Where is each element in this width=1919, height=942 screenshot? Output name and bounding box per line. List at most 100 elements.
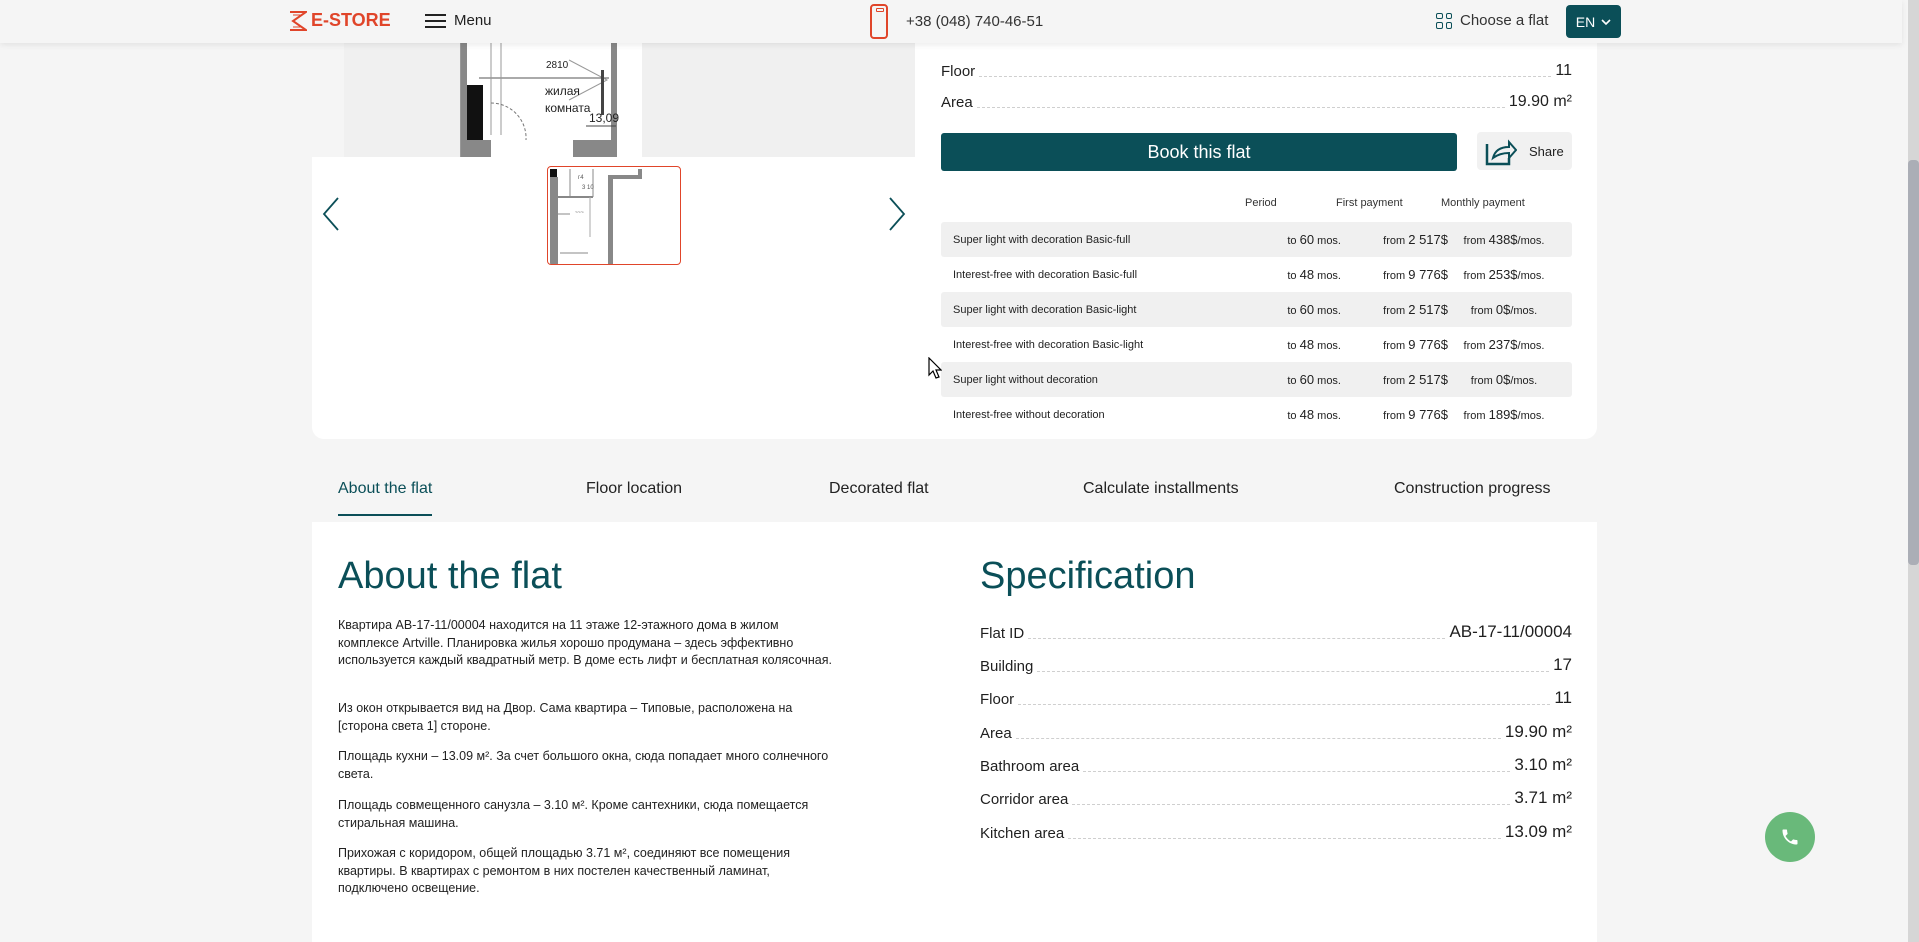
about-paragraph: Прихожая с коридором, общей площадью 3.7… xyxy=(338,846,790,895)
language-label: EN xyxy=(1575,13,1596,30)
dotted-leader xyxy=(1068,838,1501,839)
plan-name: Super light with decoration Basic-light xyxy=(953,303,1137,316)
mobile-phone-icon xyxy=(870,4,888,39)
tab-construction-progress[interactable]: Construction progress xyxy=(1394,480,1551,514)
spec-value: 3.10 m² xyxy=(1514,755,1572,774)
plan-room-label-2: комната xyxy=(545,101,591,115)
floor-plan-thumbnail[interactable]: ~~~ г4 3 10 xyxy=(547,166,681,265)
about-paragraph: Площадь кухни – 13.09 м². За счет большо… xyxy=(338,749,829,781)
call-button[interactable] xyxy=(1765,812,1815,862)
plan-first-payment: from 2 517$ xyxy=(1383,372,1448,387)
chevron-left-icon xyxy=(322,197,339,231)
logo[interactable]: E-STORE xyxy=(289,10,391,31)
plan-background xyxy=(770,30,915,157)
spec-label: Flat ID xyxy=(980,625,1025,642)
dotted-leader xyxy=(1015,738,1501,739)
spec-row: Floor 11 xyxy=(980,684,1572,708)
plan-monthly-payment: from 253$/mos. xyxy=(1463,267,1545,282)
phone-icon xyxy=(1782,829,1798,845)
spec-label: Bathroom area xyxy=(980,758,1080,775)
about-paragraph: Квартира AB-17-11/00004 находится на 11 … xyxy=(338,618,832,667)
summary-value: 19.90 m² xyxy=(1508,93,1572,110)
spec-row: Area 19.90 m² xyxy=(980,718,1572,742)
phone-link[interactable]: +38 (048) 740-46-51 xyxy=(870,4,1043,39)
plan-first-payment: from 9 776$ xyxy=(1383,407,1448,422)
site-header: E-STORE Menu +38 (048) 740-46-51 Choose … xyxy=(0,0,1902,43)
about-title: About the flat xyxy=(338,555,562,597)
spec-value: 11 xyxy=(1554,688,1572,707)
plan-first-payment: from 2 517$ xyxy=(1383,302,1448,317)
dotted-leader xyxy=(1037,671,1550,672)
about-paragraph: Из окон открывается вид на Двор. Сама кв… xyxy=(338,701,793,733)
plan-name: Super light with decoration Basic-full xyxy=(953,233,1131,246)
dotted-leader xyxy=(1083,771,1511,772)
plan-monthly-payment: from 237$/mos. xyxy=(1463,337,1545,352)
next-image-button[interactable] xyxy=(884,194,908,234)
spec-value: 17 xyxy=(1553,655,1572,674)
summary-label: Floor xyxy=(941,63,976,80)
spec-value: 3.71 m² xyxy=(1514,788,1572,807)
spec-row: Bathroom area 3.10 m² xyxy=(980,751,1572,775)
plan-monthly-payment: from 0$/mos. xyxy=(1470,372,1538,387)
payment-plan-row[interactable]: Super light with decoration Basic-light t… xyxy=(941,292,1572,327)
spec-label: Area xyxy=(980,725,1012,742)
svg-text:г4: г4 xyxy=(578,175,584,181)
plan-first-payment: from 2 517$ xyxy=(1383,232,1448,247)
menu-button[interactable]: Menu xyxy=(425,12,492,29)
column-header-period: Period xyxy=(1245,197,1277,209)
plan-period: to 48 mos. xyxy=(1287,407,1341,422)
spec-label: Corridor area xyxy=(980,791,1069,808)
logo-text: E-STORE xyxy=(311,10,391,30)
tab-floor-location[interactable]: Floor location xyxy=(586,480,682,514)
summary-row-area: Area 19.90 m² xyxy=(941,87,1572,111)
mouse-cursor-icon xyxy=(928,357,942,379)
payment-plan-row[interactable]: Super light without decoration to 60 mos.… xyxy=(941,362,1572,397)
plan-name: Super light without decoration xyxy=(953,373,1098,386)
spec-row: Kitchen area 13.09 m² xyxy=(980,818,1572,842)
chevron-right-icon xyxy=(889,197,906,231)
specification-title: Specification xyxy=(980,555,1196,597)
menu-label: Menu xyxy=(454,12,492,29)
share-button[interactable]: Share xyxy=(1477,132,1572,170)
book-flat-button[interactable]: Book this flat xyxy=(941,133,1457,171)
summary-row-floor: Floor 11 xyxy=(941,56,1572,80)
tab-calculate-installments[interactable]: Calculate installments xyxy=(1083,480,1239,514)
grid-icon xyxy=(1436,12,1452,29)
payment-plan-row[interactable]: Interest-free with decoration Basic-ligh… xyxy=(941,327,1572,362)
spec-row: Flat ID AB-17-11/00004 xyxy=(980,618,1572,642)
scrollbar-thumb[interactable] xyxy=(1908,160,1919,565)
page-scrollbar[interactable] xyxy=(1908,0,1919,942)
svg-text:~~~: ~~~ xyxy=(575,210,584,216)
plan-monthly-payment: from 0$/mos. xyxy=(1470,302,1538,317)
column-header-monthly-payment: Monthly payment xyxy=(1441,197,1525,209)
choose-flat-link[interactable]: Choose a flat xyxy=(1436,12,1548,29)
plan-period: to 48 mos. xyxy=(1287,267,1341,282)
spec-label: Kitchen area xyxy=(980,825,1065,842)
plan-dimension: 2810 xyxy=(546,60,569,71)
plan-name: Interest-free with decoration Basic-ligh… xyxy=(953,338,1144,351)
tab-decorated-flat[interactable]: Decorated flat xyxy=(829,480,929,514)
plan-name: Interest-free without decoration xyxy=(953,408,1105,421)
payment-plan-row[interactable]: Super light with decoration Basic-full to… xyxy=(941,222,1572,257)
floor-plan-drawing: 2810 жилая комната 13,09 xyxy=(460,40,642,157)
payment-plan-row[interactable]: Interest-free without decoration to 48 mo… xyxy=(941,397,1572,432)
logo-icon xyxy=(290,10,307,31)
plan-period: to 60 mos. xyxy=(1287,302,1341,317)
dotted-leader xyxy=(1018,704,1551,705)
spec-label: Floor xyxy=(980,691,1015,708)
plan-period: to 60 mos. xyxy=(1287,372,1341,387)
tab-about-the-flat[interactable]: About the flat xyxy=(338,480,433,516)
column-header-first-payment: First payment xyxy=(1336,197,1403,209)
spec-value: 13.09 m² xyxy=(1504,822,1572,841)
prev-image-button[interactable] xyxy=(320,194,344,234)
plan-first-payment: from 9 776$ xyxy=(1383,267,1448,282)
choose-flat-label: Choose a flat xyxy=(1460,12,1549,29)
spec-label: Building xyxy=(980,658,1034,675)
payment-plan-row[interactable]: Interest-free with decoration Basic-full… xyxy=(941,257,1572,292)
plan-period: to 60 mos. xyxy=(1287,232,1341,247)
phone-number: +38 (048) 740-46-51 xyxy=(906,13,1044,30)
share-icon xyxy=(1485,139,1517,166)
language-selector[interactable]: EN xyxy=(1566,5,1621,38)
about-paragraph: Площадь совмещенного санузла – 3.10 м². … xyxy=(338,798,809,830)
plan-room-area: 13,09 xyxy=(589,111,619,125)
